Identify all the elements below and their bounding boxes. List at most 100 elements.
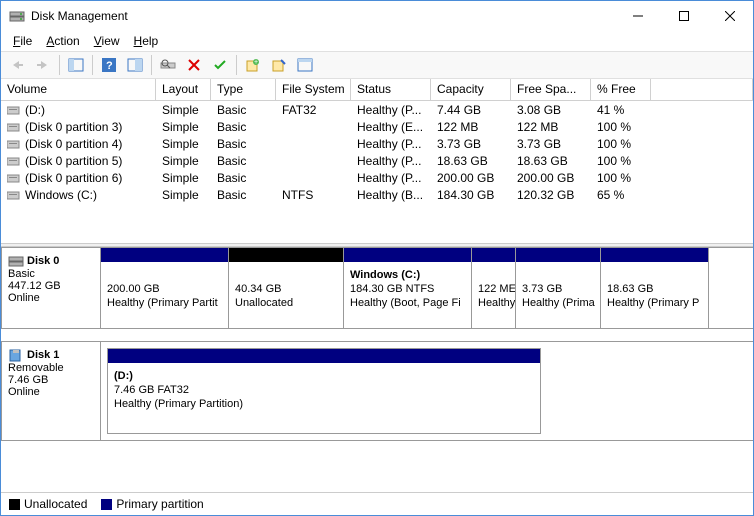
- cell-capacity: 3.73 GB: [431, 137, 511, 151]
- partition[interactable]: (D:)7.46 GB FAT32Healthy (Primary Partit…: [107, 348, 541, 434]
- cell-pct: 100 %: [591, 120, 651, 134]
- col-status[interactable]: Status: [351, 79, 431, 100]
- cell-type: Basic: [211, 171, 276, 185]
- partition[interactable]: 3.73 GBHealthy (Prima: [516, 248, 601, 328]
- cell-free: 120.32 GB: [511, 188, 591, 202]
- partition-size: 3.73 GB: [522, 282, 594, 296]
- partition-size: 200.00 GB: [107, 282, 222, 296]
- partition-bar: [472, 248, 515, 262]
- col-volume[interactable]: Volume: [1, 79, 156, 100]
- properties-button[interactable]: [293, 53, 317, 77]
- close-button[interactable]: [707, 1, 753, 31]
- svg-text:?: ?: [106, 60, 113, 72]
- disk-row: Disk 0Basic447.12 GBOnline200.00 GBHealt…: [1, 247, 753, 329]
- partition-bar: [344, 248, 471, 262]
- menu-action[interactable]: Action: [40, 32, 85, 50]
- partition-status: Healthy (Primary Partition): [114, 397, 534, 411]
- list-header: Volume Layout Type File System Status Ca…: [1, 79, 753, 101]
- cell-status: Healthy (P...: [351, 154, 431, 168]
- partition-bar: [101, 248, 228, 262]
- maximize-button[interactable]: [661, 1, 707, 31]
- volume-row[interactable]: (Disk 0 partition 6)SimpleBasicHealthy (…: [1, 169, 753, 186]
- titlebar: Disk Management: [1, 1, 753, 31]
- partition[interactable]: 122 MEHealthy: [472, 248, 516, 328]
- partition[interactable]: 40.34 GBUnallocated: [229, 248, 344, 328]
- disk-info[interactable]: Disk 0Basic447.12 GBOnline: [1, 247, 101, 328]
- rescan-button[interactable]: [156, 53, 180, 77]
- volume-row[interactable]: (D:)SimpleBasicFAT32Healthy (P...7.44 GB…: [1, 101, 753, 118]
- volume-row[interactable]: (Disk 0 partition 3)SimpleBasicHealthy (…: [1, 118, 753, 135]
- partition-status: Healthy (Boot, Page Fi: [350, 296, 465, 310]
- cell-pct: 41 %: [591, 103, 651, 117]
- disk-name: Disk 1: [27, 349, 59, 361]
- cell-layout: Simple: [156, 120, 211, 134]
- cell-pct: 100 %: [591, 171, 651, 185]
- volume-row[interactable]: (Disk 0 partition 4)SimpleBasicHealthy (…: [1, 135, 753, 152]
- svg-text:+: +: [254, 59, 258, 66]
- cell-type: Basic: [211, 188, 276, 202]
- partition-status: Healthy (Prima: [522, 296, 594, 310]
- toolbar: ? +: [1, 51, 753, 79]
- partition-title: (D:): [114, 369, 534, 383]
- cell-capacity: 184.30 GB: [431, 188, 511, 202]
- graphical-view: Disk 0Basic447.12 GBOnline200.00 GBHealt…: [1, 247, 753, 441]
- partition-bar: [229, 248, 343, 262]
- disk-icon: [8, 254, 24, 268]
- partition[interactable]: Windows (C:)184.30 GB NTFSHealthy (Boot,…: [344, 248, 472, 328]
- disk-info[interactable]: Disk 1Removable7.46 GBOnline: [1, 341, 101, 440]
- cell-layout: Simple: [156, 103, 211, 117]
- volume-name: Windows (C:): [25, 188, 97, 202]
- disk-size: 447.12 GB: [8, 280, 94, 292]
- partition-bar: [108, 349, 540, 363]
- menu-view[interactable]: View: [88, 32, 126, 50]
- partition-title: Windows (C:): [350, 268, 465, 282]
- wizard-button[interactable]: [267, 53, 291, 77]
- partition-size: 40.34 GB: [235, 282, 337, 296]
- refresh-button[interactable]: [123, 53, 147, 77]
- minimize-button[interactable]: [615, 1, 661, 31]
- removable-icon: [8, 348, 24, 362]
- col-pct[interactable]: % Free: [591, 79, 651, 100]
- col-capacity[interactable]: Capacity: [431, 79, 511, 100]
- cell-free: 200.00 GB: [511, 171, 591, 185]
- cell-type: Basic: [211, 120, 276, 134]
- volume-name: (Disk 0 partition 3): [25, 120, 122, 134]
- cell-fs: NTFS: [276, 188, 351, 202]
- partition[interactable]: 200.00 GBHealthy (Primary Partit: [101, 248, 229, 328]
- col-layout[interactable]: Layout: [156, 79, 211, 100]
- menu-file[interactable]: File: [7, 32, 38, 50]
- partition[interactable]: 18.63 GBHealthy (Primary P: [601, 248, 709, 328]
- col-fs[interactable]: File System: [276, 79, 351, 100]
- disk-state: Online: [8, 386, 94, 398]
- cell-free: 18.63 GB: [511, 154, 591, 168]
- volume-icon: [7, 189, 21, 201]
- cell-type: Basic: [211, 103, 276, 117]
- volume-list: Volume Layout Type File System Status Ca…: [1, 79, 753, 243]
- volume-name: (Disk 0 partition 5): [25, 154, 122, 168]
- menu-help[interactable]: Help: [128, 32, 165, 50]
- menubar: File Action View Help: [1, 31, 753, 51]
- window-title: Disk Management: [31, 9, 615, 23]
- show-hide-button[interactable]: [64, 53, 88, 77]
- partition-status: Unallocated: [235, 296, 337, 310]
- volume-row[interactable]: Windows (C:)SimpleBasicNTFSHealthy (B...…: [1, 186, 753, 203]
- col-type[interactable]: Type: [211, 79, 276, 100]
- cell-status: Healthy (P...: [351, 137, 431, 151]
- cell-type: Basic: [211, 154, 276, 168]
- delete-button[interactable]: [182, 53, 206, 77]
- volume-icon: [7, 172, 21, 184]
- add-button[interactable]: +: [241, 53, 265, 77]
- partition-size: 184.30 GB NTFS: [350, 282, 465, 296]
- disk-size: 7.46 GB: [8, 374, 94, 386]
- col-free[interactable]: Free Spa...: [511, 79, 591, 100]
- help-button[interactable]: ?: [97, 53, 121, 77]
- cell-layout: Simple: [156, 154, 211, 168]
- legend: Unallocated Primary partition: [1, 492, 753, 515]
- cell-free: 122 MB: [511, 120, 591, 134]
- forward-button: [31, 53, 55, 77]
- apply-button[interactable]: [208, 53, 232, 77]
- partition-size: 7.46 GB FAT32: [114, 383, 534, 397]
- cell-free: 3.08 GB: [511, 103, 591, 117]
- volume-name: (D:): [25, 103, 45, 117]
- volume-row[interactable]: (Disk 0 partition 5) SimpleBasic Healthy (…: [1, 152, 753, 169]
